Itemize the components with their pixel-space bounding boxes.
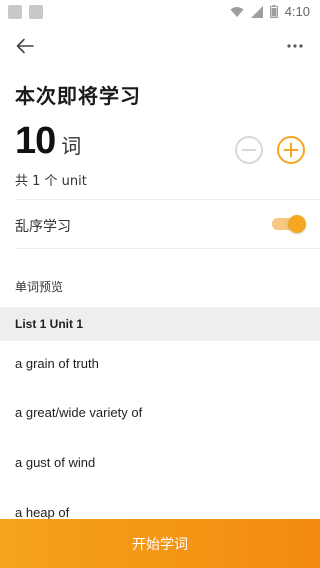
word-list-item: a great/wide variety of bbox=[15, 405, 143, 420]
increase-button[interactable] bbox=[276, 135, 306, 165]
word-list-item: a grain of truth bbox=[15, 356, 99, 371]
word-list-item: a heap of bbox=[15, 505, 70, 520]
status-bar: 4:10 bbox=[0, 0, 320, 24]
back-button[interactable] bbox=[10, 34, 40, 58]
word-count-unit: 词 bbox=[61, 134, 82, 158]
list-title: List 1 Unit 1 bbox=[15, 317, 84, 331]
shuffle-label: 乱序学习 bbox=[15, 219, 71, 235]
word-list-item: a gust of wind bbox=[15, 455, 96, 470]
wifi-icon bbox=[230, 6, 244, 17]
toggle-knob bbox=[288, 215, 306, 233]
signal-icon bbox=[250, 5, 263, 18]
start-learning-button[interactable]: 开始学词 bbox=[0, 519, 320, 568]
word-count: 10 词 bbox=[15, 120, 81, 163]
decrease-button[interactable] bbox=[234, 135, 264, 165]
arrow-left-icon bbox=[16, 38, 34, 54]
plus-circle-icon bbox=[277, 136, 305, 164]
preview-label: 单词预览 bbox=[15, 280, 64, 294]
more-horizontal-icon bbox=[287, 44, 303, 48]
more-button[interactable] bbox=[282, 34, 308, 58]
divider bbox=[15, 199, 320, 200]
divider bbox=[15, 248, 320, 249]
app-notification-icon bbox=[29, 5, 43, 19]
word-count-value: 10 bbox=[15, 120, 56, 162]
page-title: 本次即将学习 bbox=[15, 84, 141, 108]
status-time: 4:10 bbox=[284, 4, 310, 19]
app-notification-icon bbox=[8, 5, 22, 19]
minus-circle-icon bbox=[235, 136, 263, 164]
shuffle-toggle[interactable] bbox=[272, 215, 306, 233]
battery-icon bbox=[269, 5, 278, 18]
unit-total: 共 1 个 unit bbox=[15, 174, 87, 189]
notification-icons bbox=[8, 5, 43, 19]
status-indicators: 4:10 bbox=[230, 4, 310, 19]
list-header: List 1 Unit 1 bbox=[0, 307, 320, 341]
